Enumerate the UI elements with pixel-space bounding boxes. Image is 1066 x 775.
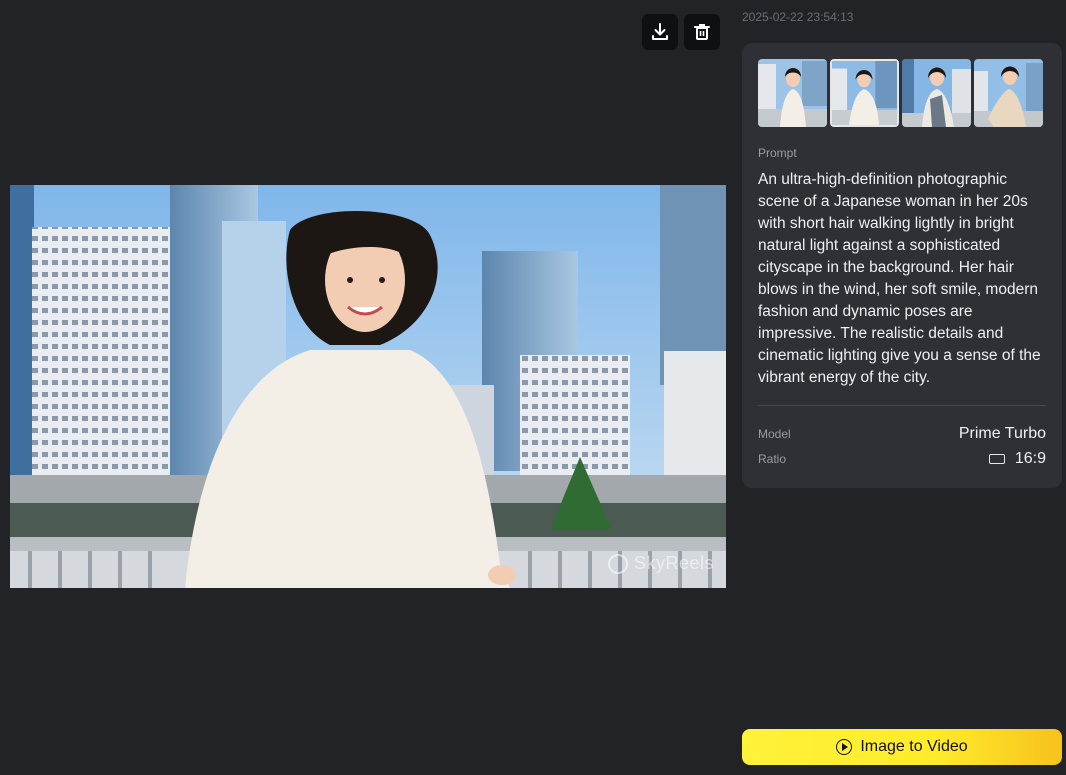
watermark-logo-icon [607,553,628,574]
divider [758,405,1046,406]
thumbnail-3[interactable] [902,59,971,127]
watermark: SkyReels [607,553,714,574]
delete-button[interactable] [684,14,720,50]
play-circle-icon [836,739,853,755]
thumbnail-4[interactable] [974,59,1043,127]
model-label: Model [758,427,791,441]
image-to-video-button[interactable]: Image to Video [742,729,1062,765]
ratio-value: 16:9 [988,450,1046,468]
thumbnail-strip [758,59,1043,127]
generation-timestamp: 2025-02-22 23:54:13 [742,10,854,24]
aspect-ratio-icon [988,454,1005,464]
generated-image: SkyReels [10,185,726,588]
model-value: Prime Turbo [958,425,1046,442]
download-icon [652,23,668,40]
trash-icon [694,24,710,40]
thumbnail-2[interactable] [830,59,899,127]
prompt-label: Prompt [758,146,797,160]
prompt-text: An ultra-high-definition photographic sc… [758,171,1041,386]
download-button[interactable] [642,14,678,50]
thumbnail-1[interactable] [758,59,827,127]
details-panel: Prompt An ultra-high-definition photogra… [742,43,1062,488]
ratio-label: Ratio [758,452,787,466]
